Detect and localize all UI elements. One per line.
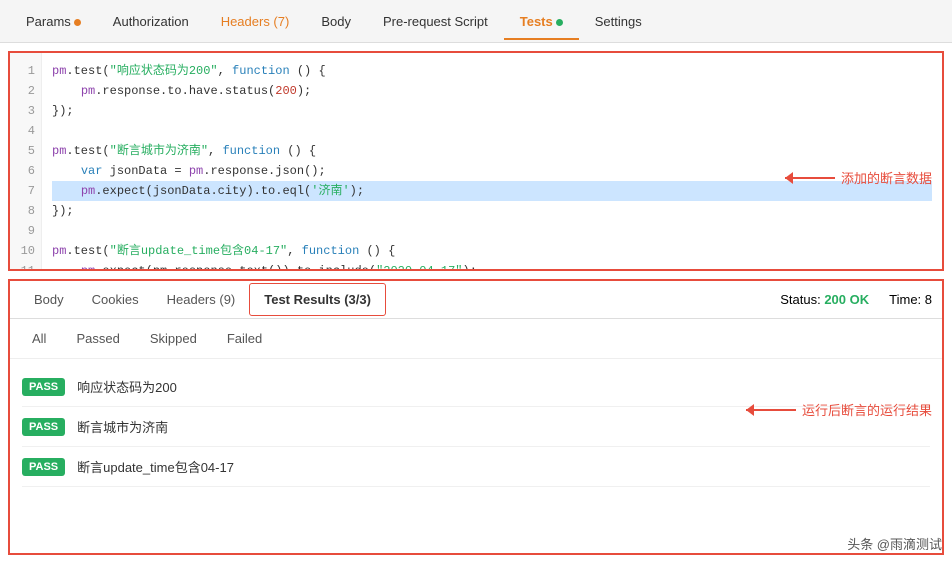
- code-line-2: pm.response.to.have.status(200);: [52, 81, 932, 101]
- test-result-3: PASS 断言update_time包含04-17: [22, 447, 930, 487]
- code-line-8: });: [52, 201, 932, 221]
- code-editor: 1 2 3 4 5 6 7 8 9 10 11 12 pm.test("响应状态…: [10, 53, 942, 269]
- resp-tab-body[interactable]: Body: [20, 284, 78, 315]
- line-num-3: 3: [16, 101, 35, 121]
- code-line-10: pm.test("断言update_time包含04-17", function…: [52, 241, 932, 261]
- tab-authorization[interactable]: Authorization: [97, 4, 205, 39]
- test-results-list: PASS 响应状态码为200 PASS 断言城市为济南 PASS 断言updat…: [10, 359, 942, 553]
- status-label: Status: 200 OK: [780, 292, 869, 307]
- code-editor-section: 1 2 3 4 5 6 7 8 9 10 11 12 pm.test("响应状态…: [8, 51, 944, 271]
- test-name-1: 响应状态码为200: [77, 377, 177, 396]
- resp-tab-cookies[interactable]: Cookies: [78, 284, 153, 315]
- filter-failed[interactable]: Failed: [217, 327, 272, 350]
- line-num-8: 8: [16, 201, 35, 221]
- line-num-11: 11: [16, 261, 35, 271]
- response-tab-bar: Body Cookies Headers (9) Test Results (3…: [10, 281, 942, 319]
- tab-params[interactable]: Params: [10, 4, 97, 39]
- tests-dot: [556, 19, 563, 26]
- line-num-2: 2: [16, 81, 35, 101]
- tab-body[interactable]: Body: [305, 4, 367, 39]
- annotation-arrow-1: [785, 177, 835, 179]
- annotation-text-1: 添加的断言数据: [841, 168, 932, 187]
- watermark: 头条 @雨滴测试: [847, 534, 942, 553]
- top-tab-bar: Params Authorization Headers (7) Body Pr…: [0, 0, 952, 43]
- test-name-2: 断言城市为济南: [77, 417, 168, 436]
- line-num-6: 6: [16, 161, 35, 181]
- code-lines[interactable]: pm.test("响应状态码为200", function () { pm.re…: [42, 53, 942, 269]
- time-label: Time: 8: [889, 292, 932, 307]
- tab-tests[interactable]: Tests: [504, 4, 579, 39]
- pass-badge-3: PASS: [22, 458, 65, 476]
- resp-tab-headers[interactable]: Headers (9): [153, 284, 250, 315]
- filter-all[interactable]: All: [22, 327, 56, 350]
- code-line-4: [52, 121, 932, 141]
- line-num-5: 5: [16, 141, 35, 161]
- main-content: 1 2 3 4 5 6 7 8 9 10 11 12 pm.test("响应状态…: [0, 43, 952, 563]
- app-wrapper: Params Authorization Headers (7) Body Pr…: [0, 0, 952, 563]
- pass-badge-1: PASS: [22, 378, 65, 396]
- line-num-1: 1: [16, 61, 35, 81]
- code-line-3: });: [52, 101, 932, 121]
- pass-badge-2: PASS: [22, 418, 65, 436]
- annotation-assertion: 添加的断言数据: [785, 168, 932, 187]
- test-name-3: 断言update_time包含04-17: [77, 457, 234, 476]
- annotation-arrow-2: [746, 409, 796, 411]
- tab-prerequest[interactable]: Pre-request Script: [367, 4, 504, 39]
- resp-tab-testresults[interactable]: Test Results (3/3): [249, 283, 386, 316]
- line-numbers: 1 2 3 4 5 6 7 8 9 10 11 12: [10, 53, 42, 269]
- code-line-5: pm.test("断言城市为济南", function () {: [52, 141, 932, 161]
- line-num-4: 4: [16, 121, 35, 141]
- status-value: 200 OK: [824, 292, 869, 307]
- code-line-1: pm.test("响应状态码为200", function () {: [52, 61, 932, 81]
- line-num-7: 7: [16, 181, 35, 201]
- status-bar: Status: 200 OK Time: 8: [780, 292, 932, 307]
- filter-skipped[interactable]: Skipped: [140, 327, 207, 350]
- tab-settings[interactable]: Settings: [579, 4, 658, 39]
- tab-headers[interactable]: Headers (7): [205, 4, 306, 39]
- code-line-11: pm.expect(pm.response.text()).to.include…: [52, 261, 932, 269]
- line-num-9: 9: [16, 221, 35, 241]
- annotation-result: 运行后断言的运行结果: [746, 400, 932, 419]
- params-dot: [74, 19, 81, 26]
- line-num-10: 10: [16, 241, 35, 261]
- code-line-9: [52, 221, 932, 241]
- filter-tab-bar: All Passed Skipped Failed: [10, 319, 942, 359]
- annotation-text-2: 运行后断言的运行结果: [802, 400, 932, 419]
- filter-passed[interactable]: Passed: [66, 327, 129, 350]
